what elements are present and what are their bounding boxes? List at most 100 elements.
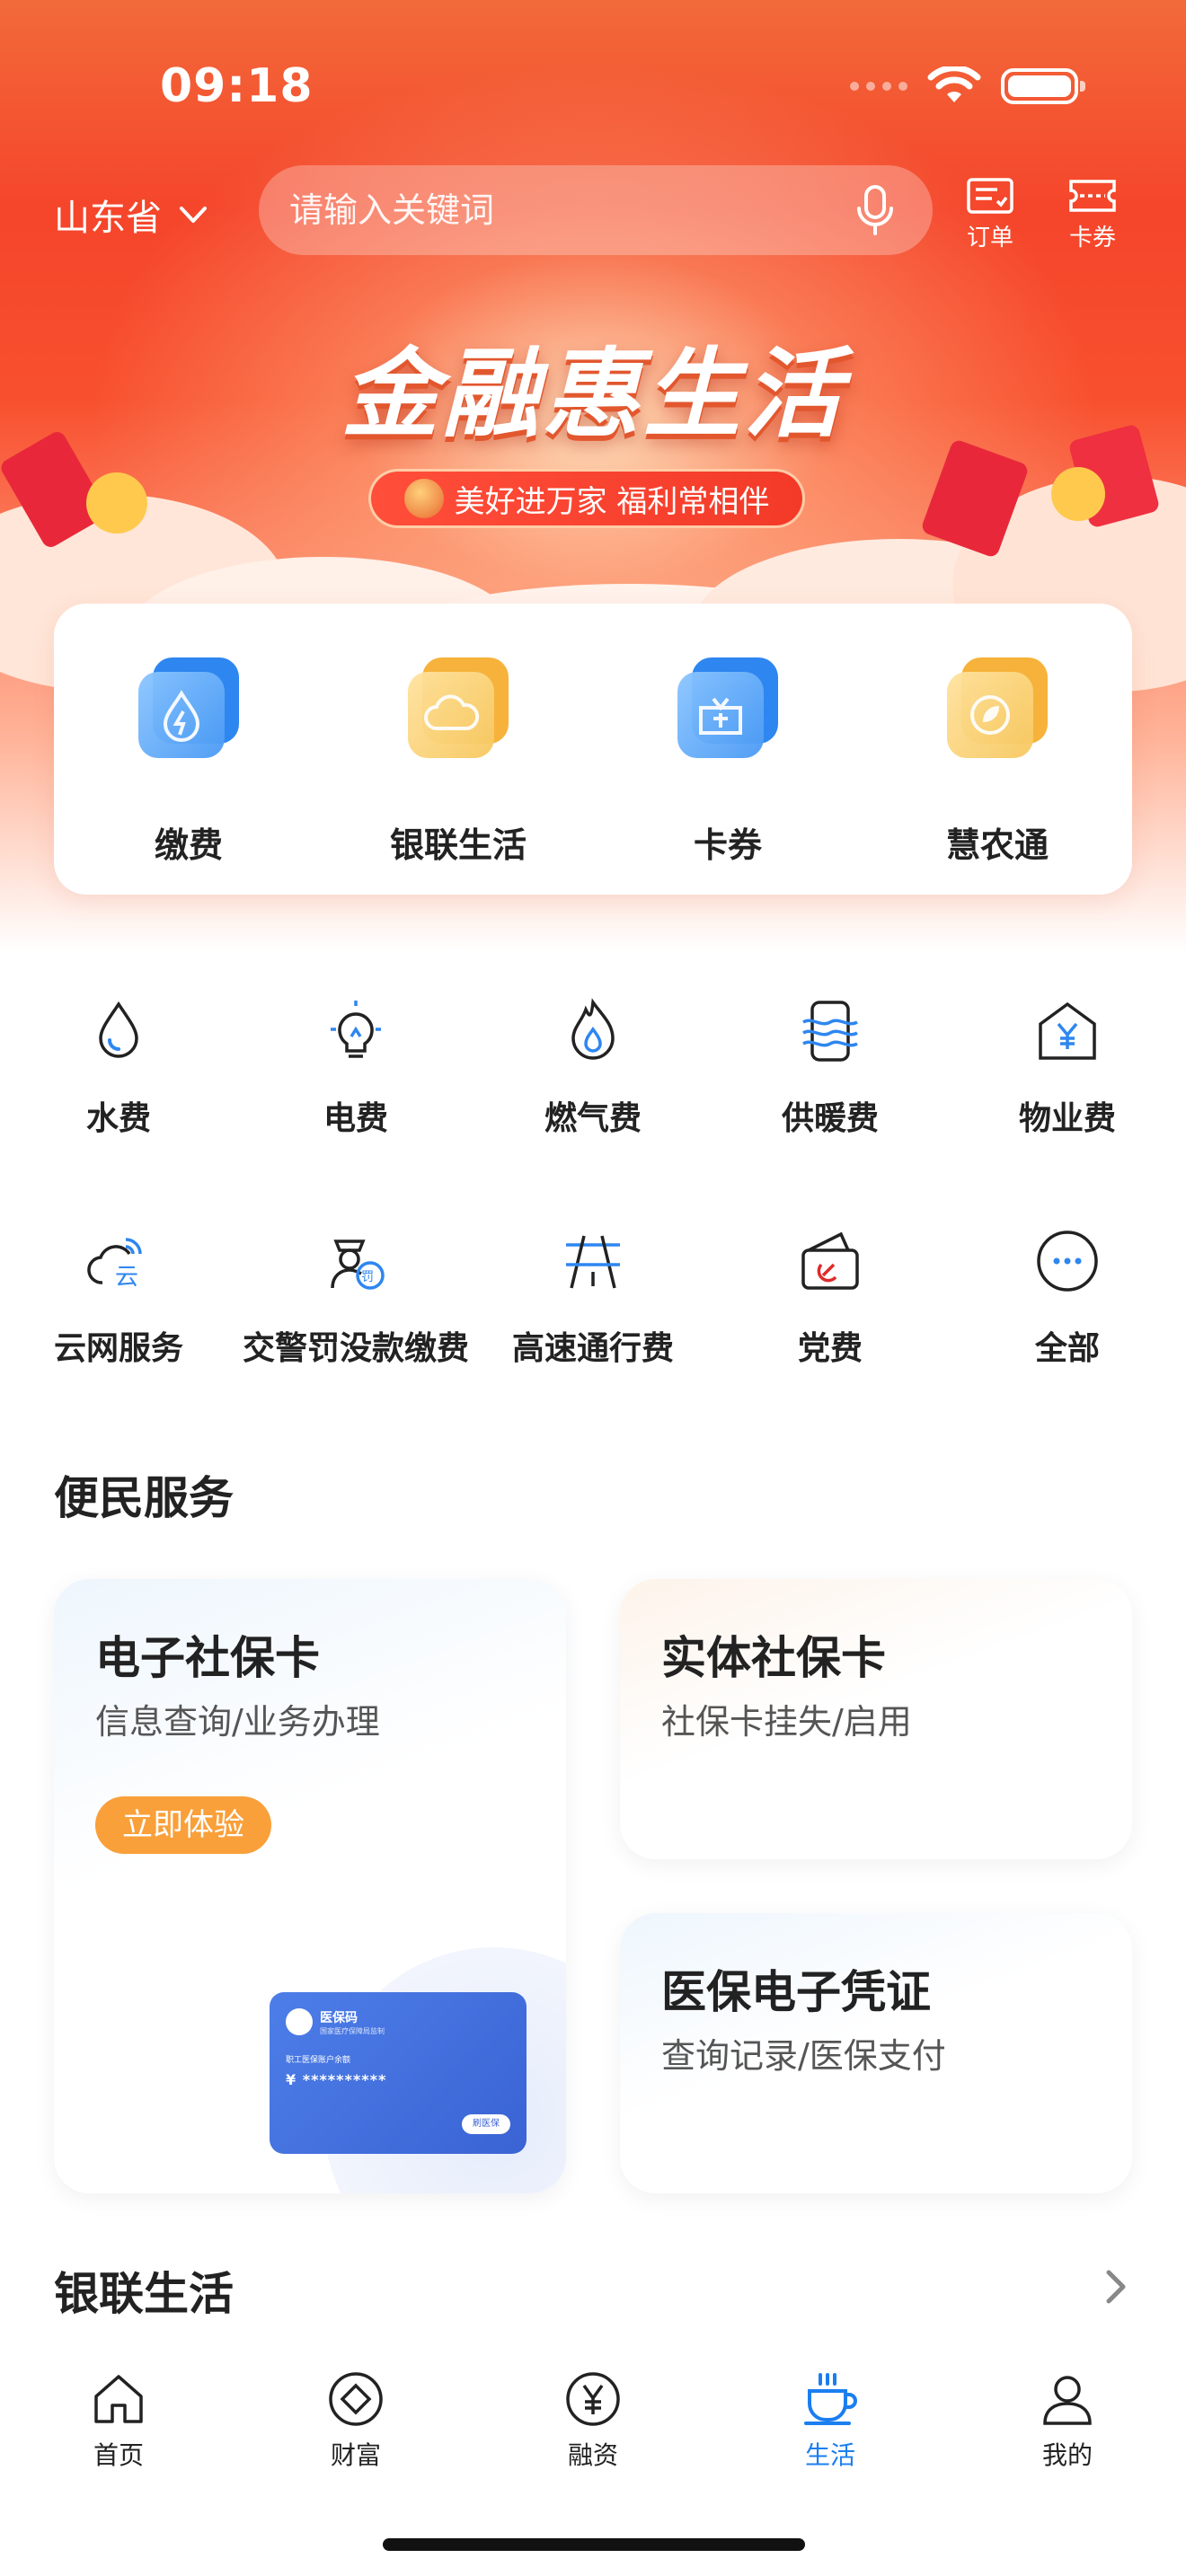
- status-time: 09:18: [160, 59, 314, 113]
- battery-icon: [1001, 68, 1085, 104]
- microphone-icon[interactable]: [854, 183, 897, 237]
- orders-button[interactable]: 订单: [954, 176, 1026, 252]
- quick-label-huinongtong: 慧农通: [945, 825, 1049, 865]
- grid-label-cloud-network: 云网服务: [53, 1330, 183, 1367]
- banner-slogan-pill[interactable]: 美好进万家 福利常相伴: [368, 469, 805, 528]
- leaf-icon: [947, 657, 1048, 758]
- grid-label-electricity: 电费: [323, 1100, 388, 1137]
- region-selector[interactable]: 山东省: [54, 189, 210, 241]
- flame-icon: [571, 998, 615, 1060]
- grid-item-heating[interactable]: 供暖费: [712, 997, 949, 1227]
- svg-text:罚: 罚: [361, 1270, 374, 1284]
- grid-label-highway: 高速通行费: [511, 1330, 674, 1367]
- grid-item-party-fee[interactable]: 党费: [712, 1227, 949, 1457]
- more-dots-icon: [1037, 1231, 1098, 1292]
- party-fee-icon: [801, 1231, 859, 1290]
- grid-label-water: 水费: [85, 1100, 151, 1137]
- tab-wealth-label: 财富: [330, 2440, 381, 2470]
- physical-social-card-tile[interactable]: 实体社保卡 社保卡挂失/启用: [620, 1579, 1132, 1859]
- quick-item-huinongtong[interactable]: 慧农通: [863, 604, 1132, 895]
- grid-item-all[interactable]: 全部: [949, 1227, 1186, 1457]
- grid-item-water[interactable]: 水费: [0, 997, 237, 1227]
- avatar: [286, 2008, 313, 2035]
- grid-label-all: 全部: [1034, 1330, 1100, 1367]
- grid-item-electricity[interactable]: 电费: [237, 997, 474, 1227]
- medical-voucher-tile[interactable]: 医保电子凭证 查询记录/医保支付: [620, 1913, 1132, 2193]
- water-drop-icon: [99, 1001, 138, 1058]
- coffee-cup-icon: [804, 2373, 857, 2425]
- coupons-button[interactable]: 卡券: [1057, 176, 1128, 252]
- try-now-button[interactable]: 立即体验: [95, 1796, 271, 1854]
- medical-voucher-subtitle: 查询记录/医保支付: [661, 2036, 946, 2076]
- unionpay-life-section[interactable]: 银联生活: [0, 2253, 1186, 2325]
- grid-item-property[interactable]: 物业费: [949, 997, 1186, 1227]
- tab-mine-label: 我的: [1041, 2440, 1093, 2470]
- tab-financing-label: 融资: [567, 2440, 618, 2470]
- traffic-police-icon: 罚: [331, 1239, 385, 1290]
- cloud-network-icon: 云: [87, 1238, 142, 1291]
- physical-card-subtitle: 社保卡挂失/启用: [661, 1702, 912, 1742]
- quick-item-coupons[interactable]: 卡券: [593, 604, 863, 895]
- tab-wealth[interactable]: 财富: [237, 2350, 474, 2529]
- search-bar[interactable]: [259, 165, 933, 255]
- coupon-icon: [1069, 180, 1116, 212]
- convenience-section-title: 便民服务: [54, 1472, 234, 1524]
- grid-item-highway[interactable]: 高速通行费: [474, 1227, 712, 1457]
- medical-code-card: 医保码 国家医疗保障局监制 职工医保账户余额 ¥ ********** 刷医保: [270, 1992, 527, 2154]
- grid-item-traffic-fine[interactable]: 罚 交警罚没款缴费: [237, 1227, 474, 1457]
- ticket-icon: [677, 657, 778, 758]
- tab-life[interactable]: 生活: [712, 2350, 949, 2529]
- tab-home-label: 首页: [93, 2440, 144, 2470]
- quick-label-payment: 缴费: [154, 825, 223, 865]
- grid-label-traffic-fine: 交警罚没款缴费: [242, 1330, 469, 1367]
- tab-financing[interactable]: 融资: [474, 2350, 712, 2529]
- wifi-icon: [927, 66, 981, 102]
- quick-label-unionpay-life: 银联生活: [389, 825, 527, 865]
- grid-label-gas: 燃气费: [544, 1100, 642, 1137]
- chevron-down-icon: [180, 207, 207, 223]
- water-bolt-icon: [138, 657, 239, 758]
- banner-slogan: 美好进万家 福利常相伴: [454, 483, 770, 520]
- quick-item-unionpay-life[interactable]: 银联生活: [323, 604, 593, 895]
- wealth-diamond-icon: [329, 2372, 383, 2426]
- physical-card-title: 实体社保卡: [661, 1632, 886, 1684]
- quick-label-coupons: 卡券: [693, 825, 762, 865]
- search-input[interactable]: [288, 190, 854, 231]
- highway-icon: [566, 1235, 620, 1289]
- svg-text:云: 云: [115, 1264, 138, 1291]
- status-icons: [850, 66, 1085, 106]
- tab-life-label: 生活: [804, 2440, 855, 2470]
- lantern-icon: [403, 479, 444, 518]
- medical-code-title: 医保码: [320, 2011, 358, 2025]
- bottom-tab-bar: 首页 财富 融资 生活 我的: [0, 2350, 1186, 2529]
- grid-item-gas[interactable]: 燃气费: [474, 997, 712, 1227]
- heating-icon: [802, 1001, 858, 1062]
- house-yen-icon: [1039, 1001, 1096, 1060]
- chevron-right-icon[interactable]: [1100, 2265, 1132, 2308]
- lightbulb-icon: [331, 1001, 381, 1058]
- grid-label-property: 物业费: [1018, 1100, 1116, 1137]
- medical-code-subtitle: 国家医疗保障局监制: [320, 2027, 385, 2035]
- tab-mine[interactable]: 我的: [949, 2350, 1186, 2529]
- e-social-card-title: 电子社保卡: [95, 1632, 320, 1684]
- medical-balance-amount: ¥ **********: [286, 2071, 387, 2088]
- payment-grid-row: 水费 电费 燃气费 供暖费 物业费: [0, 997, 1186, 1227]
- quick-item-payment[interactable]: 缴费: [54, 604, 323, 895]
- home-icon: [94, 2375, 143, 2423]
- orders-label: 订单: [966, 225, 1013, 251]
- coupons-label: 卡券: [1068, 225, 1116, 251]
- home-indicator: [383, 2538, 805, 2551]
- payment-grid-row: 云 云网服务 罚 交警罚没款缴费 高速通行费 党费 全部: [0, 1227, 1186, 1457]
- signal-icon: [850, 82, 907, 91]
- grid-item-cloud-network[interactable]: 云 云网服务: [0, 1227, 237, 1457]
- medical-voucher-title: 医保电子凭证: [661, 1966, 931, 2018]
- grid-label-heating: 供暖费: [781, 1100, 879, 1137]
- user-icon: [1043, 2376, 1092, 2425]
- unionpay-life-title: 银联生活: [54, 2268, 234, 2320]
- payment-grid: 水费 电费 燃气费 供暖费 物业费 云 云网服务 罚 交警罚没款缴费 高速通行费…: [0, 997, 1186, 1457]
- e-social-card-tile[interactable]: 电子社保卡 信息查询/业务办理 立即体验 医保码 国家医疗保障局监制 职工医保账…: [54, 1579, 566, 2193]
- top-bar: 山东省 订单 卡券: [0, 165, 1186, 255]
- quick-services-card: 缴费 银联生活 卡券 慧农通: [54, 604, 1132, 895]
- cloud-icon: [408, 657, 509, 758]
- tab-home[interactable]: 首页: [0, 2350, 237, 2529]
